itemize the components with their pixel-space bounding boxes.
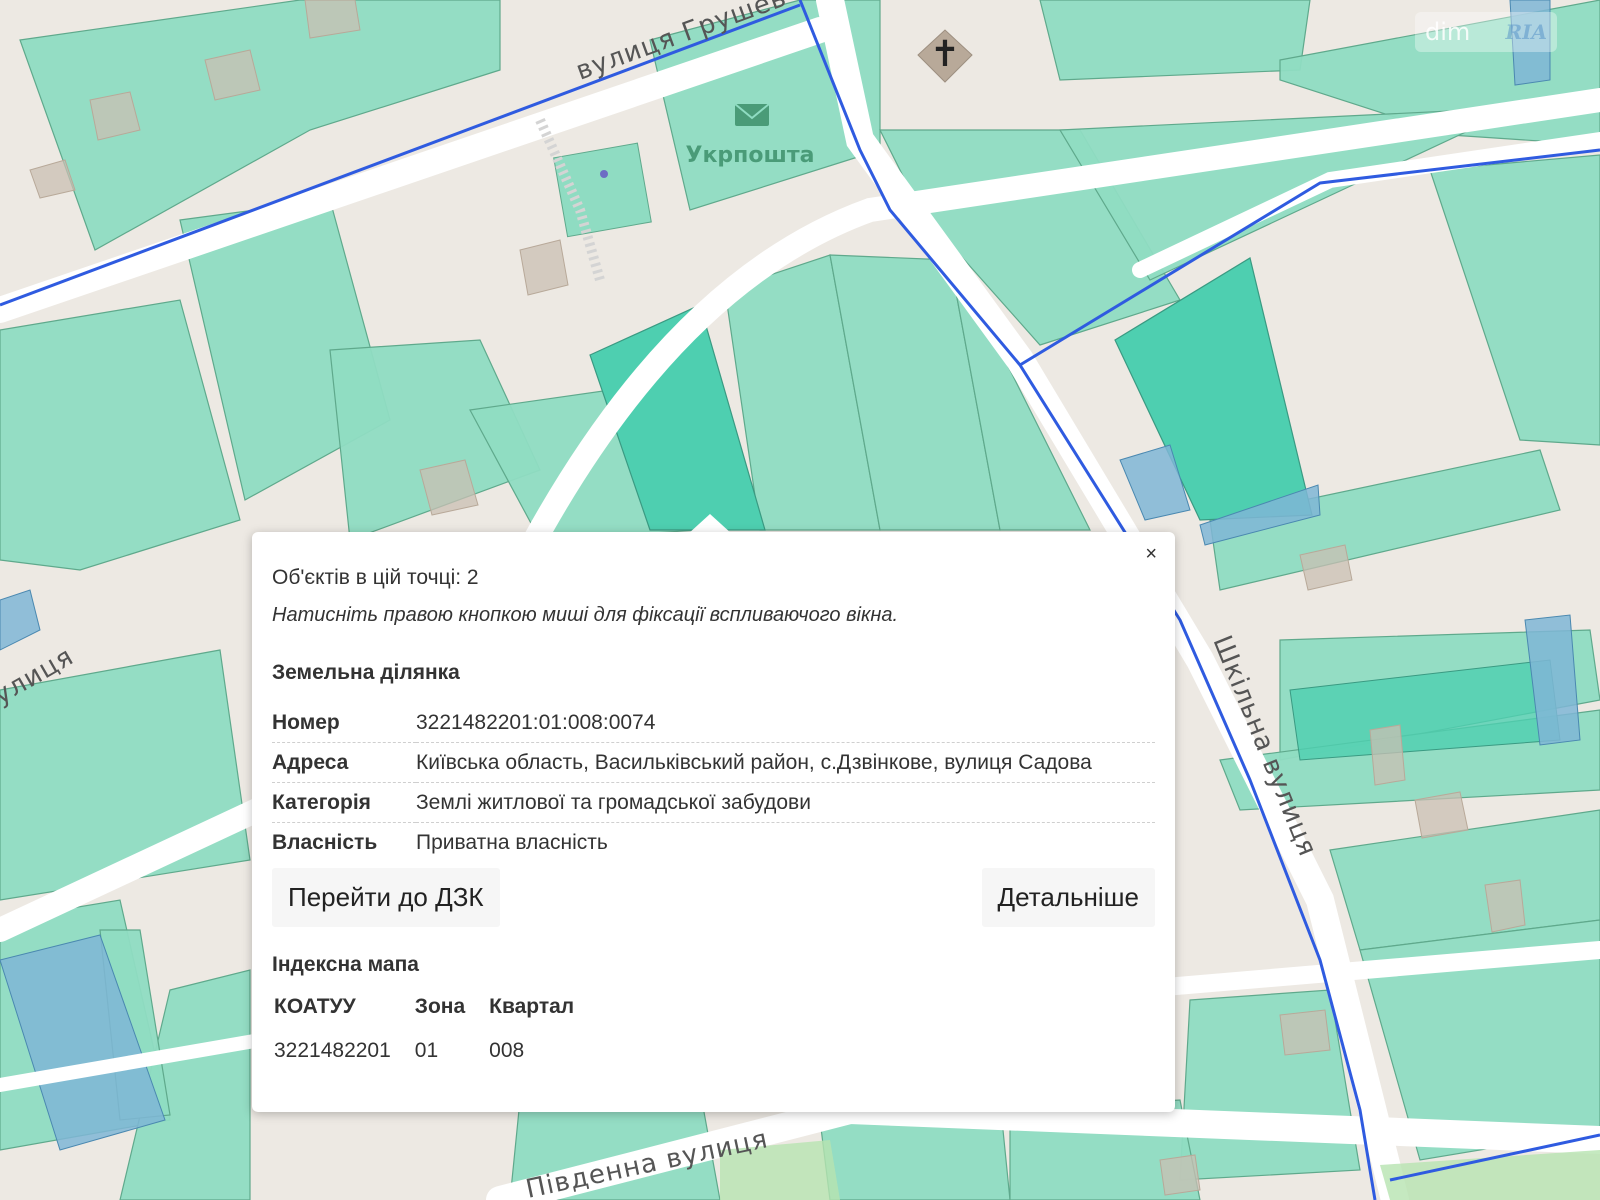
parcel-details-table: Номер 3221482201:01:008:0074 Адреса Київ…	[272, 703, 1155, 862]
table-row: Номер 3221482201:01:008:0074	[272, 703, 1155, 743]
column-header: Квартал	[489, 995, 575, 1018]
watermark-text: dim	[1425, 18, 1471, 46]
row-label: Номер	[272, 703, 416, 743]
table-row: Категорія Землі житлової та громадської …	[272, 782, 1155, 823]
close-button[interactable]: ×	[1145, 544, 1157, 564]
details-button[interactable]: Детальніше	[981, 868, 1155, 927]
index-map-title: Індексна мапа	[272, 953, 419, 976]
parcel-address: Київська область, Васильківський район, …	[416, 742, 1155, 783]
objects-count: Об'єктів в цій точці: 2	[272, 566, 479, 589]
parcel-number: 3221482201:01:008:0074	[416, 703, 1155, 743]
row-label: Адреса	[272, 742, 416, 783]
parcel-section-title: Земельна ділянка	[272, 661, 460, 684]
table-row: Власність Приватна власність	[272, 823, 1155, 863]
table-row: 3221482201 01 008	[272, 1039, 596, 1063]
row-label: Власність	[272, 831, 378, 854]
zone-value: 01	[414, 1039, 439, 1062]
koatuu-value: 3221482201	[274, 1039, 391, 1062]
building-with-marker	[553, 142, 652, 238]
table-header-row: КОАТУУ Зона Квартал	[272, 995, 596, 1039]
popup-pointer	[688, 514, 732, 534]
pin-hint: Натисніть правою кнопкою миші для фіксац…	[272, 604, 899, 626]
row-label: Категорія	[272, 782, 416, 823]
parcel-category: Землі житлової та громадської забудови	[416, 782, 1155, 823]
marker-dot	[600, 170, 608, 178]
quarter-value: 008	[489, 1039, 525, 1062]
parcel-ownership: Приватна власність	[416, 831, 608, 854]
cross-icon: ✝	[930, 34, 960, 75]
index-map-table: КОАТУУ Зона Квартал 3221482201 01 008	[272, 995, 596, 1063]
popup-actions: Перейти до ДЗК Детальніше	[272, 868, 1155, 927]
column-header: Зона	[414, 995, 466, 1018]
post-office-label: Укрпошта	[686, 143, 815, 168]
parcel-info-popup: × Об'єктів в цій точці: 2 Натисніть прав…	[252, 532, 1175, 1112]
column-header: КОАТУУ	[274, 995, 356, 1018]
watermark: dim RIA	[1415, 12, 1557, 52]
goto-dzk-button[interactable]: Перейти до ДЗК	[272, 868, 500, 927]
table-row: Адреса Київська область, Васильківський …	[272, 742, 1155, 783]
watermark-logo: RIA	[1505, 20, 1548, 44]
